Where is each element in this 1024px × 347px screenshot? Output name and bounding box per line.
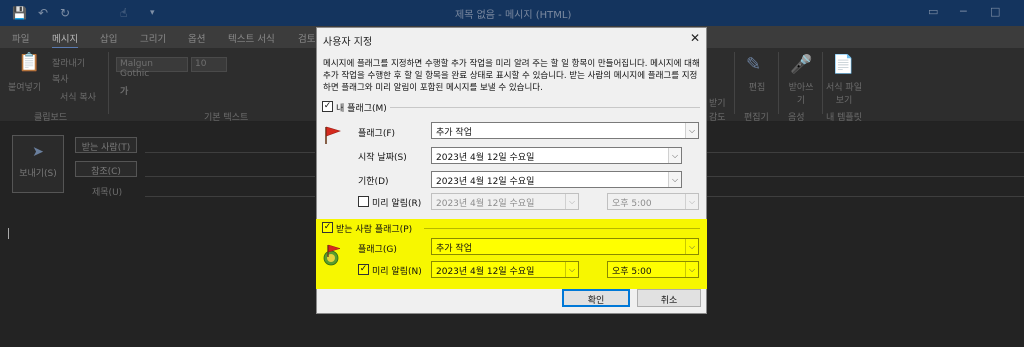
close-icon[interactable]: ✕: [690, 31, 700, 45]
due-date-select[interactable]: 2023년 4월 12일 수요일 ⌵: [431, 171, 682, 188]
cc-field-right: [707, 176, 1024, 177]
recipient-flag-to-value: 추가 작업: [436, 244, 472, 254]
editing-icon[interactable]: ✎: [746, 54, 761, 75]
customize-toolbar-icon[interactable]: ▾: [150, 8, 155, 18]
maximize-icon[interactable]: □: [990, 5, 1000, 18]
touch-mode-icon[interactable]: ☝: [120, 6, 127, 20]
start-date-value: 2023년 4월 12일 수요일: [436, 153, 535, 163]
tab-insert[interactable]: 삽입: [100, 31, 117, 45]
chevron-down-icon[interactable]: ⌵: [668, 148, 681, 163]
my-reminder-date-select[interactable]: 2023년 4월 12일 수요일 ⌵: [431, 193, 579, 210]
editing-button[interactable]: 편집: [742, 80, 772, 93]
group-line: [424, 228, 700, 229]
format-painter-button[interactable]: 서식 복사: [60, 90, 96, 103]
ribbon-fragment-label: 받기: [709, 99, 726, 109]
redo-icon[interactable]: ↻: [60, 6, 70, 20]
my-flag-checkbox[interactable]: ✓: [322, 101, 333, 112]
template-icon[interactable]: 📄: [832, 54, 854, 75]
due-date-label: 기한(D): [358, 177, 389, 187]
my-reminder-time-value: 오후 5:00: [612, 199, 652, 209]
to-button[interactable]: 받는 사람(T): [75, 137, 137, 153]
chevron-down-icon[interactable]: ⌵: [668, 172, 681, 187]
ok-button[interactable]: 확인: [562, 289, 630, 307]
recipient-flag-label: 받는 사람 플래그(P): [336, 225, 413, 235]
bold-icon[interactable]: 가: [120, 84, 128, 97]
subject-label: 제목(U): [92, 188, 123, 198]
recipient-reminder-checkbox[interactable]: ✓: [358, 264, 369, 275]
recipient-flag-to-label: 플래그(G): [358, 245, 397, 255]
font-name-box[interactable]: Malgun Gothic: [116, 57, 188, 79]
due-date-value: 2023년 4월 12일 수요일: [436, 177, 535, 187]
chevron-down-icon[interactable]: ⌵: [685, 239, 698, 254]
cc-button[interactable]: 참조(C): [75, 161, 137, 177]
group-separator: [734, 52, 735, 114]
cut-button[interactable]: 잘라내기: [52, 56, 85, 69]
my-reminder-checkbox[interactable]: [358, 196, 369, 207]
group-separator: [108, 52, 109, 114]
my-reminder-time-select[interactable]: 오후 5:00 ⌵: [607, 193, 699, 210]
paste-button[interactable]: 붙여넣기: [8, 80, 41, 93]
start-date-select[interactable]: 2023년 4월 12일 수요일 ⌵: [431, 147, 682, 164]
to-field[interactable]: [145, 152, 315, 153]
dialog-title: 사용자 지정: [323, 37, 373, 48]
dictate-button[interactable]: 받아쓰기: [786, 80, 816, 106]
send-icon: ➤: [32, 144, 44, 160]
to-field-right: [707, 152, 1024, 153]
save-icon[interactable]: 💾: [12, 6, 27, 20]
group-separator: [778, 52, 779, 114]
tab-message[interactable]: 메시지: [52, 31, 79, 49]
flag-to-value: 추가 작업: [436, 128, 472, 138]
flag-to-select[interactable]: 추가 작업 ⌵: [431, 122, 699, 139]
flag-to-label: 플래그(F): [358, 129, 396, 139]
undo-icon[interactable]: ↶: [38, 6, 48, 20]
my-flag-label: 내 플래그(M): [336, 104, 387, 114]
tab-format-text[interactable]: 텍스트 서식: [228, 31, 275, 45]
send-label: 보내기(S): [19, 169, 57, 179]
paste-icon[interactable]: 📋: [18, 52, 40, 73]
restore-ribbon-icon[interactable]: ▭: [928, 5, 938, 18]
group-line: [390, 107, 700, 108]
recipient-flag-to-select[interactable]: 추가 작업 ⌵: [431, 238, 699, 255]
tab-draw[interactable]: 그리기: [140, 31, 166, 45]
view-templates-button[interactable]: 서식 파일 보기: [826, 80, 862, 106]
dictate-icon[interactable]: 🎤: [790, 54, 812, 75]
window-title: 제목 없음 - 메시지 (HTML): [455, 10, 572, 21]
dialog-description: 메시지에 플래그를 지정하면 수행할 추가 작업을 미리 알려 주는 할 일 항…: [323, 59, 700, 93]
recipient-reminder-date-value: 2023년 4월 12일 수요일: [436, 267, 535, 277]
send-button[interactable]: ➤ 보내기(S): [12, 135, 64, 193]
cancel-button[interactable]: 취소: [637, 289, 701, 307]
start-date-label: 시작 날짜(S): [358, 153, 407, 163]
tab-review[interactable]: 검토: [298, 31, 315, 45]
recipient-reminder-time-select[interactable]: 오후 5:00 ⌵: [607, 261, 699, 278]
chevron-down-icon[interactable]: ⌵: [685, 123, 698, 138]
group-separator: [822, 52, 823, 114]
cc-field[interactable]: [145, 176, 315, 177]
tab-file[interactable]: 파일: [12, 31, 29, 45]
chevron-down-icon[interactable]: ⌵: [565, 194, 578, 209]
recipient-reminder-time-value: 오후 5:00: [612, 267, 652, 277]
chevron-down-icon[interactable]: ⌵: [685, 262, 698, 277]
font-size-box[interactable]: 10: [191, 57, 227, 72]
flag-icon: [325, 126, 341, 144]
minimize-icon[interactable]: ─: [960, 5, 967, 18]
chevron-down-icon[interactable]: ⌵: [685, 194, 698, 209]
subject-field[interactable]: [145, 196, 315, 197]
text-cursor: [8, 228, 9, 239]
chevron-down-icon[interactable]: ⌵: [565, 262, 578, 277]
my-reminder-date-value: 2023년 4월 12일 수요일: [436, 199, 535, 209]
recipient-flag-checkbox[interactable]: ✓: [322, 222, 333, 233]
subject-field-right: [707, 196, 1024, 197]
my-reminder-label: 미리 알림(R): [372, 199, 422, 209]
title-bar: 💾 ↶ ↻ ☝ ▾ 제목 없음 - 메시지 (HTML) ▭ ─ □: [0, 0, 1024, 26]
recipient-reminder-date-select[interactable]: 2023년 4월 12일 수요일 ⌵: [431, 261, 579, 278]
recipient-flag-icon: [323, 244, 341, 266]
tab-options[interactable]: 옵션: [188, 31, 205, 45]
copy-button[interactable]: 복사: [52, 72, 69, 85]
recipient-reminder-label: 미리 알림(N): [372, 267, 422, 277]
